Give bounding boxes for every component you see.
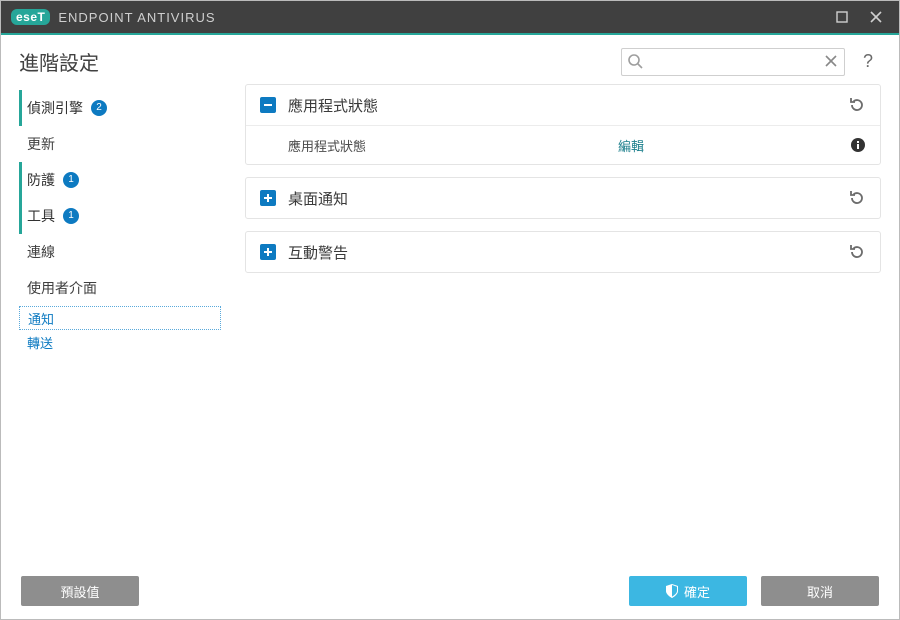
expand-icon: [260, 190, 276, 206]
footer: 預設值 確定 取消: [1, 563, 899, 619]
sidebar-item-detection-engine[interactable]: 偵測引擎 2: [19, 90, 221, 126]
sidebar-item-connection[interactable]: 連線: [19, 234, 221, 270]
sidebar: 偵測引擎 2 更新 防護 1 工具 1 連線 使用者介面 通知 轉送: [19, 84, 221, 563]
panel-title: 應用程式狀態: [288, 95, 848, 116]
search-field-wrap: [621, 48, 845, 76]
undo-icon: [848, 243, 866, 261]
panel-body: 應用程式狀態 編輯: [246, 125, 880, 164]
reset-button[interactable]: [848, 96, 866, 114]
panel-header[interactable]: 應用程式狀態: [246, 85, 880, 125]
panel-header[interactable]: 桌面通知: [246, 178, 880, 218]
defaults-button[interactable]: 預設值: [21, 576, 139, 606]
sidebar-sub-notifications[interactable]: 通知: [19, 306, 221, 330]
sidebar-item-label: 防護: [27, 170, 55, 190]
info-button[interactable]: [850, 137, 866, 153]
brand-pill: eseT: [11, 9, 50, 25]
sidebar-badge: 1: [63, 172, 79, 188]
page-title: 進階設定: [19, 47, 99, 76]
sidebar-badge: 2: [91, 100, 107, 116]
window-maximize-button[interactable]: [825, 3, 859, 31]
sidebar-sub-forward[interactable]: 轉送: [19, 330, 221, 354]
row-label: 應用程式狀態: [288, 136, 618, 155]
panel-interactive-alerts: 互動警告: [245, 231, 881, 273]
sidebar-item-label: 更新: [27, 134, 55, 154]
close-icon: [870, 11, 882, 23]
sidebar-item-protection[interactable]: 防護 1: [19, 162, 221, 198]
shield-icon: [666, 584, 678, 598]
search-input[interactable]: [621, 48, 845, 76]
brand-logo: eseT ENDPOINT ANTIVIRUS: [11, 9, 216, 25]
sidebar-item-label: 工具: [27, 206, 55, 226]
button-label: 預設值: [60, 582, 99, 601]
undo-icon: [848, 96, 866, 114]
setting-row-app-status: 應用程式狀態 編輯: [246, 126, 880, 164]
button-label: 取消: [807, 582, 833, 601]
sidebar-sub-label: 通知: [28, 309, 54, 328]
brand-text: ENDPOINT ANTIVIRUS: [58, 10, 215, 25]
clear-search-button[interactable]: [823, 53, 839, 69]
button-label: 確定: [684, 582, 710, 601]
help-button[interactable]: ?: [855, 51, 881, 72]
body: 偵測引擎 2 更新 防護 1 工具 1 連線 使用者介面 通知 轉送: [1, 84, 899, 563]
info-icon: [850, 137, 866, 153]
edit-link[interactable]: 編輯: [618, 136, 644, 155]
panel-title: 桌面通知: [288, 188, 848, 209]
cancel-button[interactable]: 取消: [761, 576, 879, 606]
panel-title: 互動警告: [288, 242, 848, 263]
panel-desktop-notifications: 桌面通知: [245, 177, 881, 219]
reset-button[interactable]: [848, 189, 866, 207]
sidebar-badge: 1: [63, 208, 79, 224]
close-icon: [823, 53, 839, 69]
panel-app-status: 應用程式狀態 應用程式狀態 編輯: [245, 84, 881, 165]
window-close-button[interactable]: [859, 3, 893, 31]
square-icon: [836, 11, 848, 23]
sidebar-item-label: 偵測引擎: [27, 98, 83, 118]
main-content: 應用程式狀態 應用程式狀態 編輯: [221, 84, 881, 563]
sidebar-item-label: 連線: [27, 242, 55, 262]
panel-header[interactable]: 互動警告: [246, 232, 880, 272]
expand-icon: [260, 244, 276, 260]
sidebar-item-tools[interactable]: 工具 1: [19, 198, 221, 234]
header: 進階設定 ?: [1, 35, 899, 84]
collapse-icon: [260, 97, 276, 113]
sidebar-sub-label: 轉送: [27, 333, 53, 352]
sidebar-item-update[interactable]: 更新: [19, 126, 221, 162]
reset-button[interactable]: [848, 243, 866, 261]
titlebar: eseT ENDPOINT ANTIVIRUS: [1, 1, 899, 33]
ok-button[interactable]: 確定: [629, 576, 747, 606]
sidebar-item-ui[interactable]: 使用者介面: [19, 270, 221, 306]
undo-icon: [848, 189, 866, 207]
sidebar-item-label: 使用者介面: [27, 278, 97, 298]
search-icon: [627, 53, 643, 69]
